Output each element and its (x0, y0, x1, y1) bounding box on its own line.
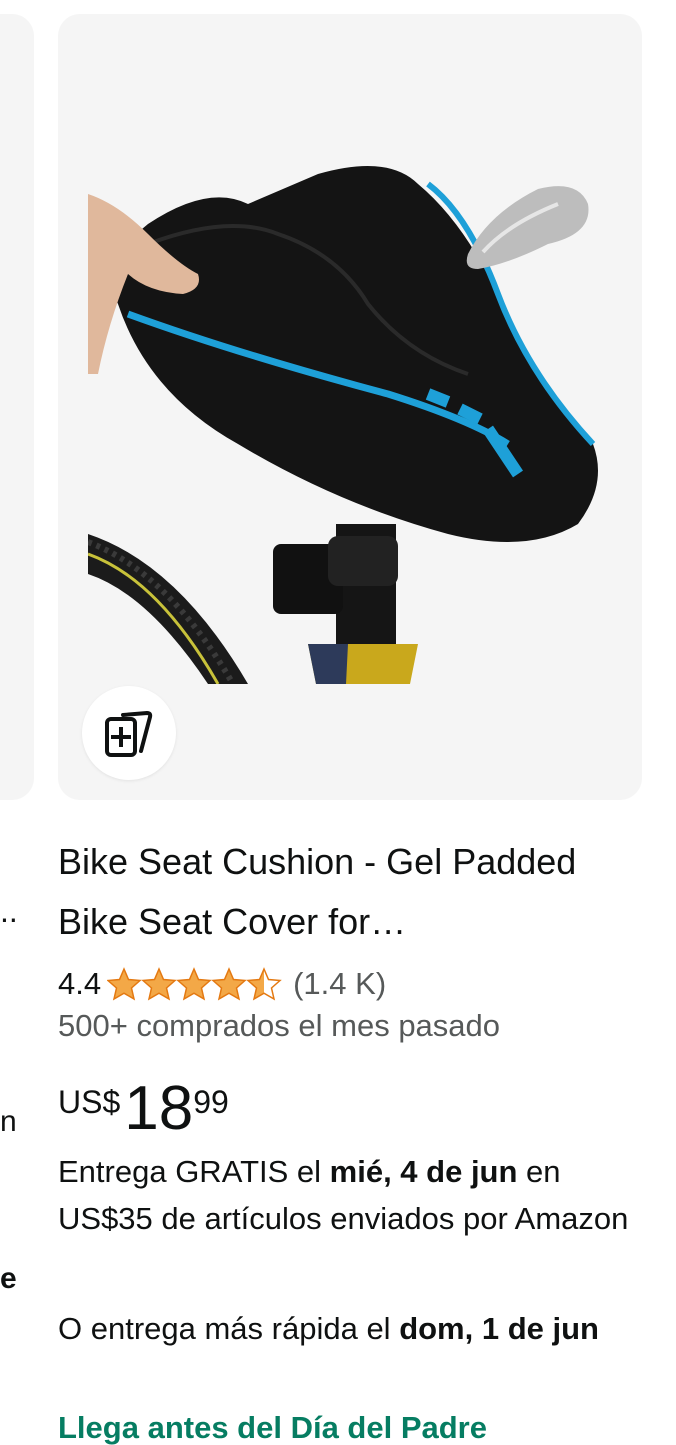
previous-product-price-fragment: n (0, 1105, 17, 1138)
previous-product-delivery-fragment: e (0, 1262, 17, 1295)
product-image-card[interactable] (58, 14, 642, 800)
star-rating[interactable] (107, 967, 283, 1001)
previous-product-card[interactable] (0, 14, 34, 800)
add-to-compare-button[interactable] (82, 686, 176, 780)
rating-row[interactable]: 4.4 (1.4 K) (58, 962, 386, 1006)
price-whole: 18 (124, 1074, 194, 1143)
previous-product-title-fragment: .. (0, 893, 18, 929)
add-to-compare-icon (105, 710, 153, 757)
price-fraction: 99 (193, 1084, 229, 1120)
product-title-link[interactable]: Bike Seat Cushion - Gel Padded Bike Seat… (58, 832, 648, 952)
delivery-prefix: Entrega GRATIS el (58, 1154, 330, 1189)
faster-delivery-date: dom, 1 de jun (399, 1311, 599, 1346)
purchase-count: 500+ comprados el mes pasado (58, 1008, 501, 1043)
product-image (88, 166, 599, 684)
price-currency: US$ (58, 1084, 121, 1120)
search-results-page: .. n e Bike Seat Cushion - Gel Padded Bi… (0, 0, 676, 1445)
delivery-info: Entrega GRATIS el mié, 4 de jun en US$35… (58, 1148, 648, 1242)
star-icon (107, 967, 282, 1001)
rating-count-link[interactable]: (1.4 K) (293, 966, 386, 1002)
fathers-day-badge: Llega antes del Día del Padre (58, 1410, 487, 1445)
price[interactable]: US$ 18 99 (58, 1074, 229, 1144)
delivery-date: mié, 4 de jun (329, 1154, 518, 1189)
faster-delivery-info: O entrega más rápida el dom, 1 de jun (58, 1305, 648, 1352)
faster-delivery-prefix: O entrega más rápida el (58, 1311, 400, 1346)
rating-value: 4.4 (58, 966, 102, 1001)
